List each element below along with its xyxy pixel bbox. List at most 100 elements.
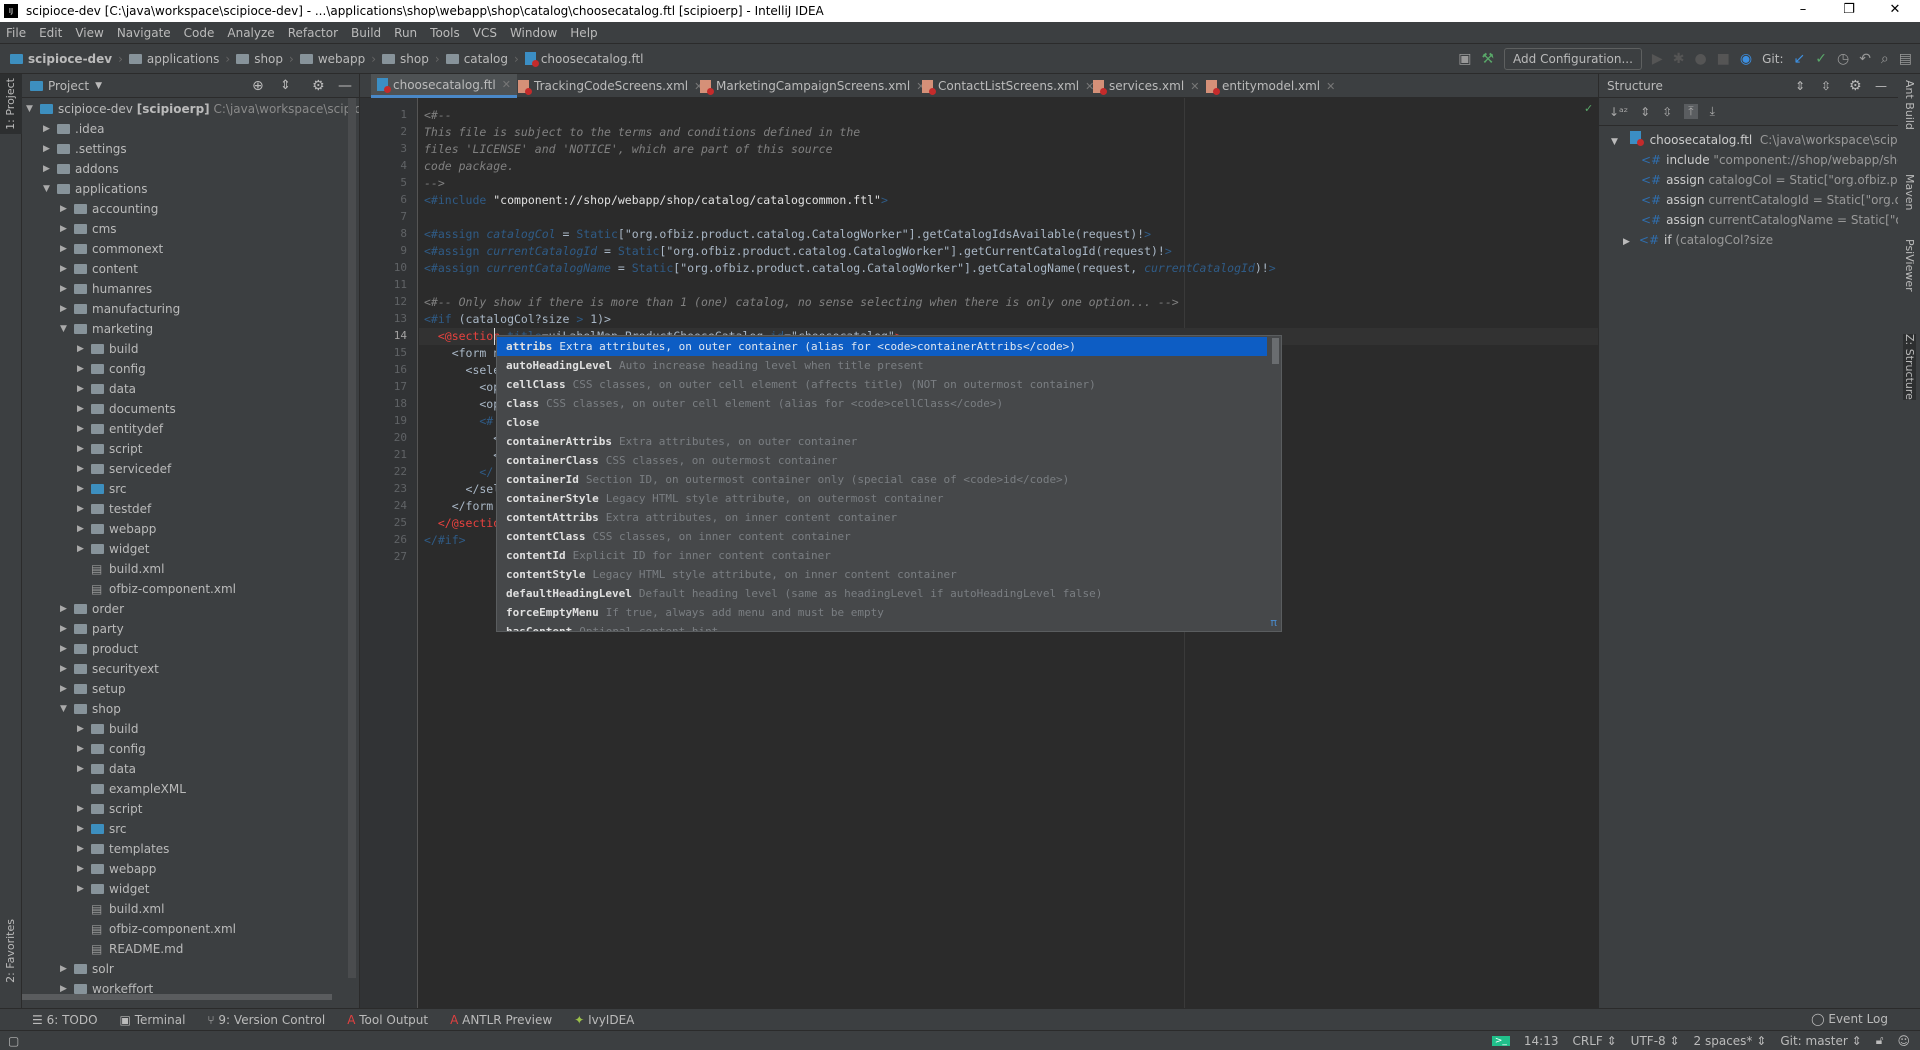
expand-arrow-icon[interactable]: ▶ xyxy=(60,259,74,279)
tree-item[interactable]: ▤ ofbiz-component.xml xyxy=(77,919,236,939)
tab-marketingcampaignscreens-xml[interactable]: MarketingCampaignScreens.xml ✕ xyxy=(694,74,931,98)
completion-item[interactable]: close xyxy=(497,413,1267,432)
expand-arrow-icon[interactable]: ▶ xyxy=(60,239,74,259)
gear-icon[interactable]: ⚙ xyxy=(1849,78,1862,94)
expand-arrow-icon[interactable]: ▶ xyxy=(60,679,74,699)
coverage-icon[interactable]: ● xyxy=(1694,51,1706,67)
tree-item[interactable]: ▤ README.md xyxy=(77,939,183,959)
close-button[interactable]: ✕ xyxy=(1872,0,1918,22)
tree-item[interactable]: ▶ servicedef xyxy=(77,459,171,479)
expand-arrow-icon[interactable]: ▶ xyxy=(77,759,91,779)
code-line[interactable]: <#-- xyxy=(424,107,452,124)
lock-icon[interactable]: 🔓︎ xyxy=(1876,1033,1884,1048)
tree-item[interactable]: ▶ data xyxy=(77,379,136,399)
code-line[interactable]: <#-- Only show if there is more than 1 (… xyxy=(424,294,1179,311)
tree-item[interactable]: ▶ .idea xyxy=(43,119,105,139)
tool-windows-toggle-icon[interactable]: ▢ xyxy=(8,1034,19,1048)
expand-arrow-icon[interactable]: ▶ xyxy=(77,339,91,359)
bottom-tool-9-version-control[interactable]: ⑂ 9: Version Control xyxy=(207,1013,325,1027)
code-line[interactable]: <#assign currentCatalogName = Static["or… xyxy=(424,260,1276,277)
tree-item[interactable]: ▶ config xyxy=(77,359,146,379)
tree-item[interactable]: ▶ humanres xyxy=(60,279,152,299)
expand-all-icon[interactable]: ⇕ xyxy=(1795,79,1805,93)
inspection-ok-icon[interactable]: ✓ xyxy=(1584,102,1593,115)
tree-item[interactable]: ▼ applications xyxy=(43,179,147,199)
completion-item[interactable]: contentClass CSS classes, on inner conten… xyxy=(497,527,1267,546)
indent-setting[interactable]: 2 spaces* ⇕ xyxy=(1694,1034,1767,1048)
completion-item[interactable]: defaultHeadingLevel Default heading level… xyxy=(497,584,1267,603)
completion-item[interactable]: cellClass CSS classes, on outer cell elem… xyxy=(497,375,1267,394)
menu-navigate[interactable]: Navigate xyxy=(117,26,171,40)
tree-item[interactable]: ▶ webapp xyxy=(77,859,156,879)
minimize-button[interactable]: – xyxy=(1780,0,1826,22)
bottom-tool-ivyidea[interactable]: ✦ IvyIDEA xyxy=(574,1013,634,1027)
collapse-arrow-icon[interactable]: ▼ xyxy=(43,179,57,199)
structure-root[interactable]: ▼ choosecatalog.ftl C:\java\workspace\sc… xyxy=(1611,130,1898,150)
code-line[interactable]: <#assign catalogCol = Static["org.ofbiz.… xyxy=(424,226,1151,243)
bottom-tool-tool-output[interactable]: A Tool Output xyxy=(347,1013,428,1027)
sort-alpha-icon[interactable]: ↓ᵃᶻ xyxy=(1609,105,1628,119)
completion-item[interactable]: contentAttribs Extra attributes, on inner… xyxy=(497,508,1267,527)
expand-arrow-icon[interactable]: ▶ xyxy=(77,379,91,399)
breadcrumb-item[interactable]: webapp › xyxy=(299,52,376,66)
stop-icon[interactable]: ■ xyxy=(1717,51,1730,67)
expand-arrow-icon[interactable]: ▶ xyxy=(60,659,74,679)
git-update-icon[interactable]: ↙ xyxy=(1794,51,1806,67)
tab-contactlistscreens-xml[interactable]: ContactListScreens.xml ✕ xyxy=(916,74,1100,98)
tree-item[interactable]: ▶ script xyxy=(77,799,142,819)
code-line[interactable]: --> xyxy=(424,175,445,192)
code-line[interactable]: <op xyxy=(424,379,500,396)
expand-arrow-icon[interactable]: ▶ xyxy=(77,719,91,739)
expand-arrow-icon[interactable]: ▶ xyxy=(60,599,74,619)
tree-item[interactable]: ▶ testdef xyxy=(77,499,151,519)
tree-item[interactable]: ▶ config xyxy=(77,739,146,759)
menu-build[interactable]: Build xyxy=(351,26,381,40)
expand-arrow-icon[interactable]: ▶ xyxy=(77,839,91,859)
structure-tool-tab[interactable]: Z: Structure xyxy=(1903,334,1916,400)
tree-item[interactable]: ▼ shop xyxy=(60,699,121,719)
expand-arrow-icon[interactable]: ▶ xyxy=(77,859,91,879)
collapse-arrow-icon[interactable]: ▼ xyxy=(60,319,74,339)
tree-item[interactable]: ▤ ofbiz-component.xml xyxy=(77,579,236,599)
collapse-icon[interactable]: ⇳ xyxy=(1662,105,1672,119)
tree-item[interactable]: exampleXML xyxy=(77,779,186,799)
run-icon[interactable]: ▶ xyxy=(1652,51,1663,67)
tree-item[interactable]: ▶ templates xyxy=(77,839,169,859)
menu-analyze[interactable]: Analyze xyxy=(227,26,274,40)
code-line[interactable]: </ xyxy=(424,464,493,481)
expand-arrow-icon[interactable]: ▶ xyxy=(77,539,91,559)
menu-refactor[interactable]: Refactor xyxy=(288,26,338,40)
maven-tool-tab[interactable]: Maven xyxy=(1903,174,1916,210)
code-line[interactable]: </form xyxy=(424,498,494,515)
expand-arrow-icon[interactable]: ▶ xyxy=(77,519,91,539)
tree-item[interactable]: ▶ widget xyxy=(77,539,149,559)
structure-item[interactable]: <# assign catalogCol = Static["org.ofbiz.… xyxy=(1641,170,1898,190)
structure-item[interactable]: <# assign currentCatalogName = Static["or… xyxy=(1641,210,1898,230)
autoscroll-from-source-icon[interactable]: ⤓ xyxy=(1710,104,1715,119)
bottom-tool-antlr-preview[interactable]: A ANTLR Preview xyxy=(450,1013,552,1027)
completion-item[interactable]: containerStyle Legacy HTML style attribut… xyxy=(497,489,1267,508)
tree-item[interactable]: ▶ content xyxy=(60,259,138,279)
add-configuration-button[interactable]: Add Configuration... xyxy=(1504,48,1642,70)
breadcrumb-item[interactable]: applications › xyxy=(128,52,230,66)
completion-item[interactable]: contentStyle Legacy HTML style attribute,… xyxy=(497,565,1267,584)
breadcrumb-item[interactable]: shop › xyxy=(236,52,294,66)
menu-tools[interactable]: Tools xyxy=(430,26,460,40)
git-branch[interactable]: Git: master ⇕ xyxy=(1780,1034,1861,1048)
structure-item[interactable]: ▶ <# if (catalogCol?size xyxy=(1623,230,1773,250)
tab-trackingcodescreens-xml[interactable]: TrackingCodeScreens.xml ✕ xyxy=(512,74,709,98)
hide-icon[interactable]: — xyxy=(1875,79,1887,93)
tree-item[interactable]: ▤ build.xml xyxy=(77,559,164,579)
ant-build-tool-tab[interactable]: Ant Build xyxy=(1903,80,1916,130)
file-encoding[interactable]: UTF-8 ⇕ xyxy=(1631,1034,1680,1048)
expand-arrow-icon[interactable]: ▶ xyxy=(77,439,91,459)
tree-item[interactable]: ▼ marketing xyxy=(60,319,153,339)
structure-item[interactable]: <# assign currentCatalogId = Static["org.… xyxy=(1641,190,1898,210)
autoscroll-to-source-icon[interactable]: ⤒ xyxy=(1684,104,1698,119)
debug-icon[interactable]: ✱ xyxy=(1673,51,1685,67)
expand-arrow-icon[interactable]: ▶ xyxy=(60,639,74,659)
expand-arrow-icon[interactable]: ▶ xyxy=(60,219,74,239)
tree-item[interactable]: ▶ webapp xyxy=(77,519,156,539)
code-line[interactable]: <op xyxy=(424,396,500,413)
completion-item[interactable]: autoHeadingLevel Auto increase heading le… xyxy=(497,356,1267,375)
